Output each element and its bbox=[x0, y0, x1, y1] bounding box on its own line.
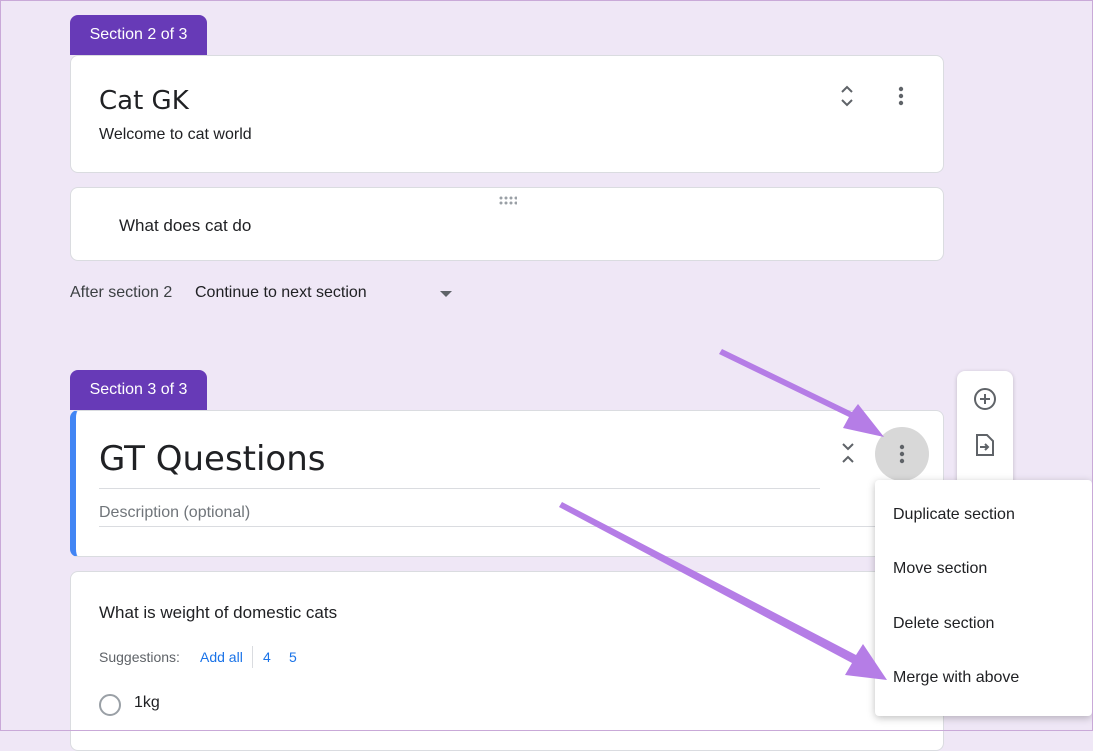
suggestions-label: Suggestions: bbox=[99, 649, 180, 665]
after-section-label: After section 2 bbox=[70, 284, 173, 301]
section-2-title[interactable]: Cat GK bbox=[99, 86, 189, 116]
section-3-question-card[interactable]: What is weight of domestic cats Suggesti… bbox=[70, 571, 944, 751]
section-3-title[interactable]: GT Questions bbox=[99, 439, 326, 479]
menu-item-merge-with-above[interactable]: Merge with above bbox=[893, 669, 1019, 687]
section-2-question-card[interactable]: What does cat do bbox=[70, 187, 944, 261]
section-context-menu: Duplicate section Move section Delete se… bbox=[875, 480, 1092, 716]
more-vert-icon[interactable] bbox=[875, 427, 929, 481]
title-underline bbox=[99, 488, 820, 489]
more-vert-icon[interactable] bbox=[885, 80, 917, 112]
suggestion-chip[interactable]: 5 bbox=[289, 649, 297, 665]
section-3-description-field[interactable]: Description (optional) bbox=[99, 504, 250, 522]
suggestions-divider bbox=[252, 646, 253, 668]
add-all-link[interactable]: Add all bbox=[200, 649, 243, 665]
drag-handle-icon[interactable] bbox=[498, 194, 518, 206]
radio-option-1[interactable] bbox=[99, 694, 121, 716]
floating-toolbar bbox=[957, 371, 1013, 491]
section-3-header-card[interactable]: GT Questions Description (optional) bbox=[70, 410, 944, 557]
menu-item-move-section[interactable]: Move section bbox=[893, 560, 987, 578]
section-2-question-title[interactable]: What does cat do bbox=[119, 216, 251, 236]
option-1-label[interactable]: 1kg bbox=[134, 694, 160, 712]
section-2-description[interactable]: Welcome to cat world bbox=[99, 126, 252, 144]
section-3-question-title[interactable]: What is weight of domestic cats bbox=[99, 603, 337, 623]
import-questions-icon[interactable] bbox=[971, 431, 999, 459]
menu-item-delete-section[interactable]: Delete section bbox=[893, 615, 994, 633]
menu-item-duplicate-section[interactable]: Duplicate section bbox=[893, 506, 1015, 524]
dropdown-arrow-icon[interactable] bbox=[436, 287, 456, 301]
suggestion-chip[interactable]: 4 bbox=[263, 649, 271, 665]
collapse-icon[interactable] bbox=[831, 80, 863, 112]
section-3-tab: Section 3 of 3 bbox=[70, 370, 207, 410]
section-2-tab: Section 2 of 3 bbox=[70, 15, 207, 55]
section-2-header-card[interactable]: Cat GK Welcome to cat world bbox=[70, 55, 944, 173]
description-underline bbox=[99, 526, 889, 527]
after-section-dropdown[interactable]: Continue to next section bbox=[195, 284, 367, 302]
add-circle-icon[interactable] bbox=[971, 385, 999, 413]
collapse-icon[interactable] bbox=[832, 437, 864, 469]
